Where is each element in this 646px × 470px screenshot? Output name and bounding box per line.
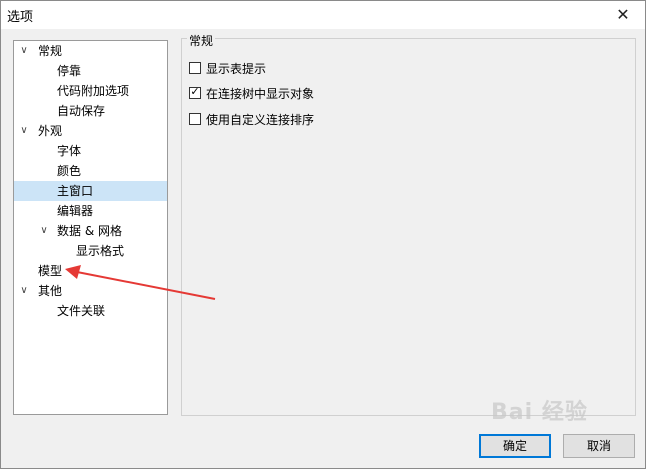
options-dialog: 选项 ✕ ∨ 常规 停靠 代码附加选项 自动保存 ∨ 外观 字体 颜色 主窗口: [0, 0, 646, 469]
annotation-arrow-icon: [65, 265, 216, 300]
